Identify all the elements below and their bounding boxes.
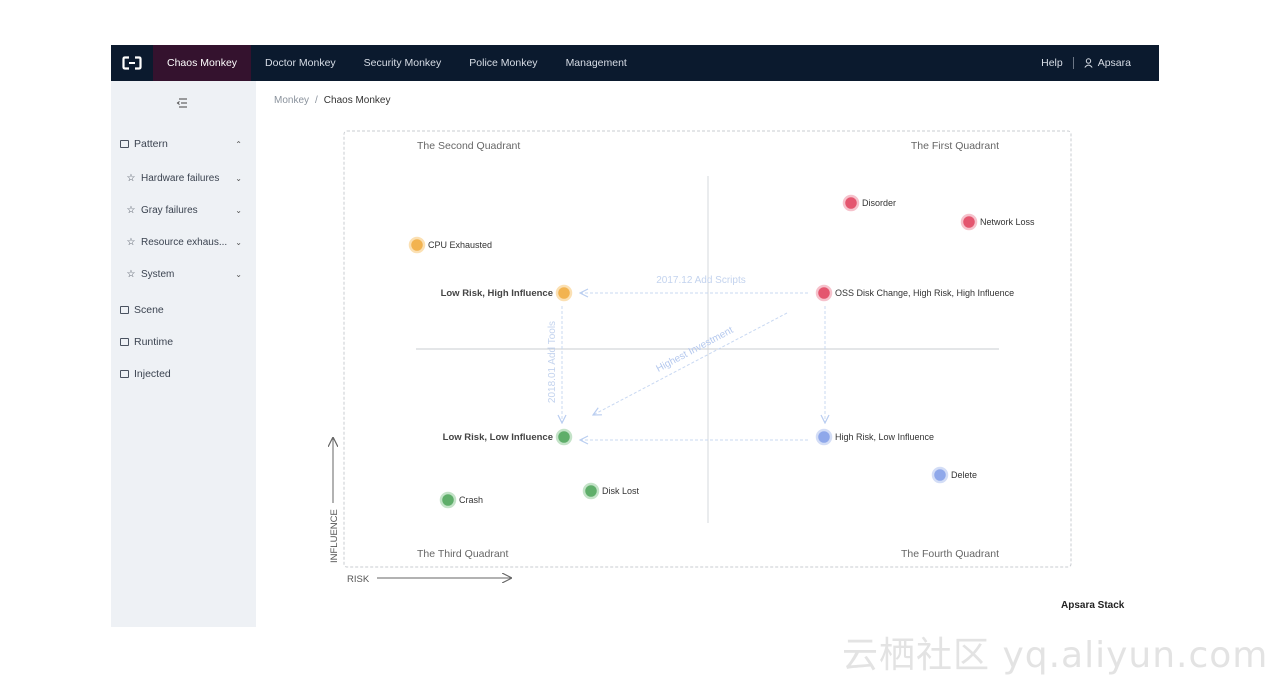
- user-icon: [1084, 58, 1093, 68]
- point-marker: [815, 284, 833, 302]
- top-nav-bar: Chaos Monkey Doctor Monkey Security Monk…: [111, 45, 1159, 81]
- annotation-add-tools: 2018.01 Add Tools: [547, 321, 558, 403]
- tab-chaos-monkey[interactable]: Chaos Monkey: [153, 45, 252, 81]
- point-marker: [555, 284, 573, 302]
- quadrant-first-label: The First Quadrant: [911, 140, 999, 152]
- point-label: Delete: [951, 470, 977, 480]
- point-marker: [815, 428, 833, 446]
- chevron-up-icon: ⌃: [235, 139, 242, 149]
- tab-doctor-monkey[interactable]: Doctor Monkey: [251, 45, 350, 81]
- annotation-add-scripts: 2017.12 Add Scripts: [656, 275, 746, 286]
- point-high-risk-low-influence[interactable]: High Risk, Low Influence: [815, 428, 934, 446]
- sidebar-item-gray-failures[interactable]: ☆ Gray failures ⌄: [111, 199, 256, 221]
- monitor-icon: [119, 139, 129, 149]
- monitor-icon: [119, 369, 129, 379]
- star-icon: ☆: [126, 204, 136, 216]
- sidebar-item-label: Scene: [134, 304, 164, 316]
- point-label: High Risk, Low Influence: [835, 432, 934, 442]
- sidebar-item-injected[interactable]: Injected: [111, 363, 256, 385]
- menu-collapse-icon[interactable]: [175, 96, 189, 110]
- point-oss-disk-change[interactable]: OSS Disk Change, High Risk, High Influen…: [815, 284, 1014, 302]
- transition-arrow-investment: [593, 312, 788, 415]
- point-cpu-exhausted[interactable]: CPU Exhausted: [408, 236, 492, 254]
- breadcrumb-current: Chaos Monkey: [323, 95, 391, 106]
- point-marker: [582, 482, 600, 500]
- breadcrumb-separator: /: [315, 95, 318, 106]
- breadcrumb: Monkey / Chaos Monkey: [274, 95, 391, 106]
- point-label: CPU Exhausted: [428, 240, 492, 250]
- point-label: Low Risk, High Influence: [441, 288, 553, 299]
- point-marker: [960, 213, 978, 231]
- sidebar-item-hardware-failures[interactable]: ☆ Hardware failures ⌄: [111, 167, 256, 189]
- point-marker: [555, 428, 573, 446]
- divider: [1072, 57, 1074, 69]
- watermark: 云栖社区 yq.aliyun.com: [842, 635, 1269, 676]
- chevron-down-icon: ⌄: [235, 173, 242, 183]
- chevron-down-icon: ⌄: [235, 269, 242, 279]
- sidebar: Pattern ⌃ ☆ Hardware failures ⌄ ☆ Gray f…: [111, 81, 256, 627]
- user-menu[interactable]: Apsara: [1084, 57, 1131, 69]
- point-disorder[interactable]: Disorder: [842, 194, 896, 212]
- point-low-risk-high-influence[interactable]: Low Risk, High Influence: [441, 284, 573, 302]
- help-link[interactable]: Help: [1041, 57, 1063, 69]
- tab-police-monkey[interactable]: Police Monkey: [455, 45, 551, 81]
- point-marker: [439, 491, 457, 509]
- star-icon: ☆: [126, 236, 136, 248]
- annotation-highest-investment: Highest Investment: [654, 325, 735, 375]
- point-network-loss[interactable]: Network Loss: [960, 213, 1035, 231]
- breadcrumb-root[interactable]: Monkey: [274, 95, 309, 106]
- sidebar-item-label: Runtime: [134, 336, 174, 348]
- sidebar-item-scene[interactable]: Scene: [111, 299, 256, 321]
- star-icon: ☆: [126, 268, 136, 280]
- aliyun-logo-icon[interactable]: [111, 45, 153, 81]
- point-marker: [842, 194, 860, 212]
- point-label: Low Risk, Low Influence: [443, 432, 553, 443]
- point-label: Disk Lost: [602, 486, 640, 496]
- point-label: Disorder: [862, 198, 896, 208]
- point-label: Network Loss: [980, 217, 1035, 227]
- sidebar-item-label: Pattern: [134, 138, 168, 150]
- sidebar-item-label: System: [141, 268, 175, 280]
- point-disk-lost[interactable]: Disk Lost: [582, 482, 640, 500]
- point-delete[interactable]: Delete: [931, 466, 977, 484]
- chevron-down-icon: ⌄: [235, 205, 242, 215]
- risk-axis-label: RISK: [347, 574, 370, 585]
- point-low-risk-low-influence[interactable]: Low Risk, Low Influence: [443, 428, 573, 446]
- topbar-right: Help Apsara: [1041, 57, 1159, 69]
- tab-security-monkey[interactable]: Security Monkey: [350, 45, 456, 81]
- point-label: OSS Disk Change, High Risk, High Influen…: [835, 288, 1014, 298]
- chevron-down-icon: ⌄: [235, 237, 242, 247]
- point-crash[interactable]: Crash: [439, 491, 483, 509]
- brand-footer: Apsara Stack: [1061, 600, 1125, 611]
- point-marker: [931, 466, 949, 484]
- monitor-icon: [119, 305, 129, 315]
- point-label: Crash: [459, 495, 483, 505]
- sidebar-item-system[interactable]: ☆ System ⌄: [111, 263, 256, 285]
- sidebar-item-resource-exhaustion[interactable]: ☆ Resource exhaus... ⌄: [111, 231, 256, 253]
- quadrant-second-label: The Second Quadrant: [417, 140, 520, 152]
- star-icon: ☆: [126, 172, 136, 184]
- monitor-icon: [119, 337, 129, 347]
- sidebar-item-label: Injected: [134, 368, 171, 380]
- sidebar-item-label: Resource exhaus...: [141, 236, 228, 248]
- point-marker: [408, 236, 426, 254]
- sidebar-item-label: Hardware failures: [141, 172, 220, 184]
- influence-axis-label: INFLUENCE: [329, 509, 340, 563]
- sidebar-item-runtime[interactable]: Runtime: [111, 331, 256, 353]
- user-name: Apsara: [1097, 57, 1131, 69]
- quadrant-third-label: The Third Quadrant: [417, 548, 509, 560]
- quadrant-fourth-label: The Fourth Quadrant: [901, 548, 999, 560]
- sidebar-item-label: Gray failures: [141, 204, 198, 216]
- tab-management[interactable]: Management: [552, 45, 641, 81]
- sidebar-item-pattern[interactable]: Pattern ⌃: [111, 133, 256, 155]
